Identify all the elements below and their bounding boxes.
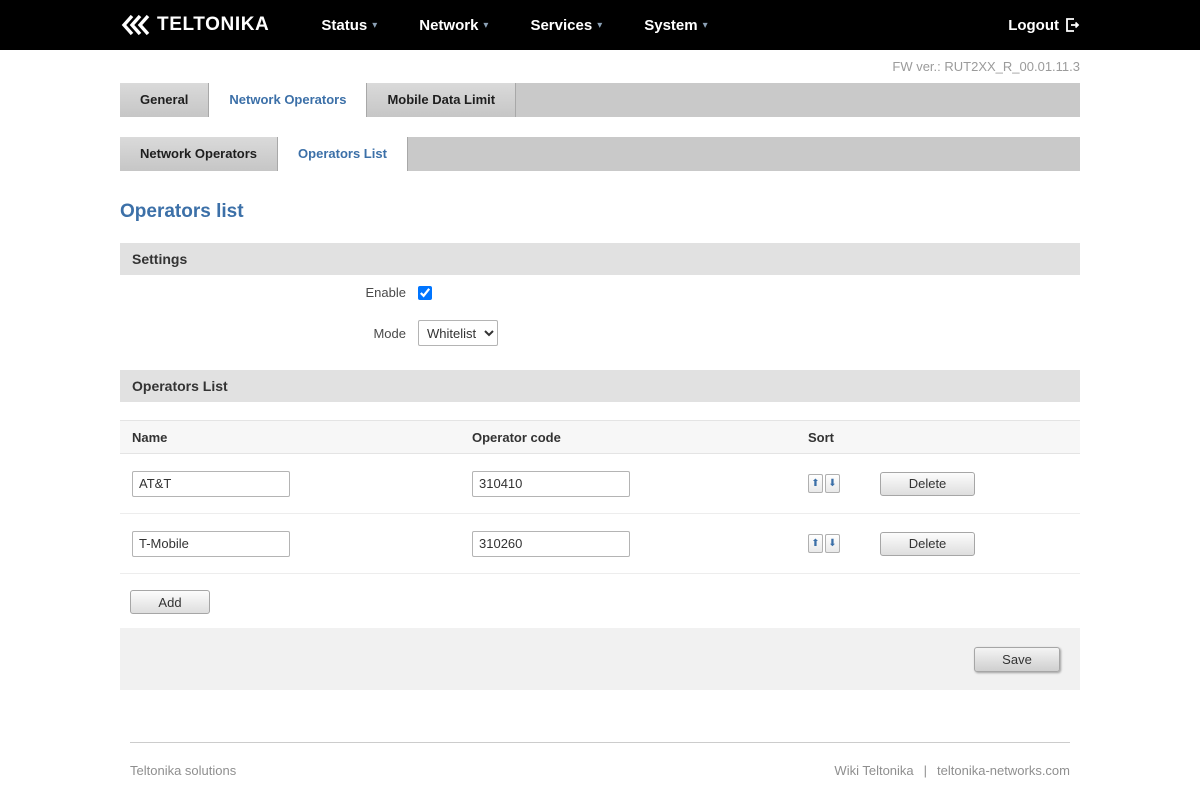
primary-tab-bar: General Network Operators Mobile Data Li… [120,83,1080,117]
page-footer: Teltonika solutions Wiki Teltonika | tel… [0,742,1200,808]
menu-label: Network [419,17,478,34]
mode-select[interactable]: Whitelist [418,320,498,346]
delete-button[interactable]: Delete [880,472,975,496]
footer-separator: | [924,763,927,778]
brand-name: TELTONIKA [157,14,269,36]
operator-name-input[interactable] [132,531,290,557]
add-button[interactable]: Add [130,590,210,614]
operator-row: ⬆ ⬇ Delete [120,514,1080,574]
chevron-down-icon: ▾ [372,19,377,31]
save-button[interactable]: Save [974,647,1060,672]
tab-general[interactable]: General [120,83,209,117]
menu-label: Services [530,17,592,34]
main-menu: Status ▾ Network ▾ Services ▾ System ▾ [321,17,707,34]
page-title: Operators list [120,201,1080,223]
chevron-down-icon: ▾ [703,19,708,31]
menu-item-status[interactable]: Status ▾ [321,17,377,34]
logout-icon [1064,17,1080,33]
enable-label: Enable [120,285,418,300]
column-header-name: Name [132,430,472,445]
operator-code-input[interactable] [472,531,630,557]
tab-mobile-data-limit[interactable]: Mobile Data Limit [367,83,516,117]
top-navbar: TELTONIKA Status ▾ Network ▾ Services ▾ … [0,0,1200,50]
footer-links: Wiki Teltonika | teltonika-networks.com [834,763,1070,778]
mode-row: Mode Whitelist [120,310,1080,356]
teltonika-logo-icon [120,14,150,36]
enable-row: Enable [120,275,1080,310]
tab-network-operators[interactable]: Network Operators [209,83,367,117]
mode-label: Mode [120,326,418,341]
delete-button[interactable]: Delete [880,532,975,556]
subtab-operators-list[interactable]: Operators List [278,137,408,171]
settings-form: Enable Mode Whitelist [120,275,1080,356]
chevron-down-icon: ▾ [483,19,488,31]
operators-section-header: Operators List [120,370,1080,402]
operator-row: ⬆ ⬇ Delete [120,454,1080,514]
settings-section-header: Settings [120,243,1080,275]
menu-label: Status [321,17,367,34]
operator-name-input[interactable] [132,471,290,497]
save-bar: Save [120,628,1080,690]
menu-item-services[interactable]: Services ▾ [530,17,602,34]
brand: TELTONIKA [120,14,269,36]
menu-item-network[interactable]: Network ▾ [419,17,488,34]
column-header-code: Operator code [472,430,808,445]
logout-button[interactable]: Logout [1008,17,1080,34]
column-header-sort: Sort [808,430,880,445]
operators-table-header: Name Operator code Sort [120,420,1080,454]
sort-down-button[interactable]: ⬇ [825,534,840,553]
enable-checkbox[interactable] [418,286,432,300]
footer-link-site[interactable]: teltonika-networks.com [937,763,1070,778]
chevron-down-icon: ▾ [597,19,602,31]
sort-down-button[interactable]: ⬇ [825,474,840,493]
footer-link-wiki[interactable]: Wiki Teltonika [834,763,913,778]
menu-label: System [644,17,697,34]
sort-up-button[interactable]: ⬆ [808,534,823,553]
secondary-tab-bar: Network Operators Operators List [120,137,1080,171]
footer-left-text: Teltonika solutions [130,763,236,778]
sort-up-button[interactable]: ⬆ [808,474,823,493]
subtab-network-operators[interactable]: Network Operators [120,137,278,171]
logout-label: Logout [1008,17,1059,34]
firmware-version: FW ver.: RUT2XX_R_00.01.11.3 [120,59,1080,74]
operator-code-input[interactable] [472,471,630,497]
menu-item-system[interactable]: System ▾ [644,17,707,34]
